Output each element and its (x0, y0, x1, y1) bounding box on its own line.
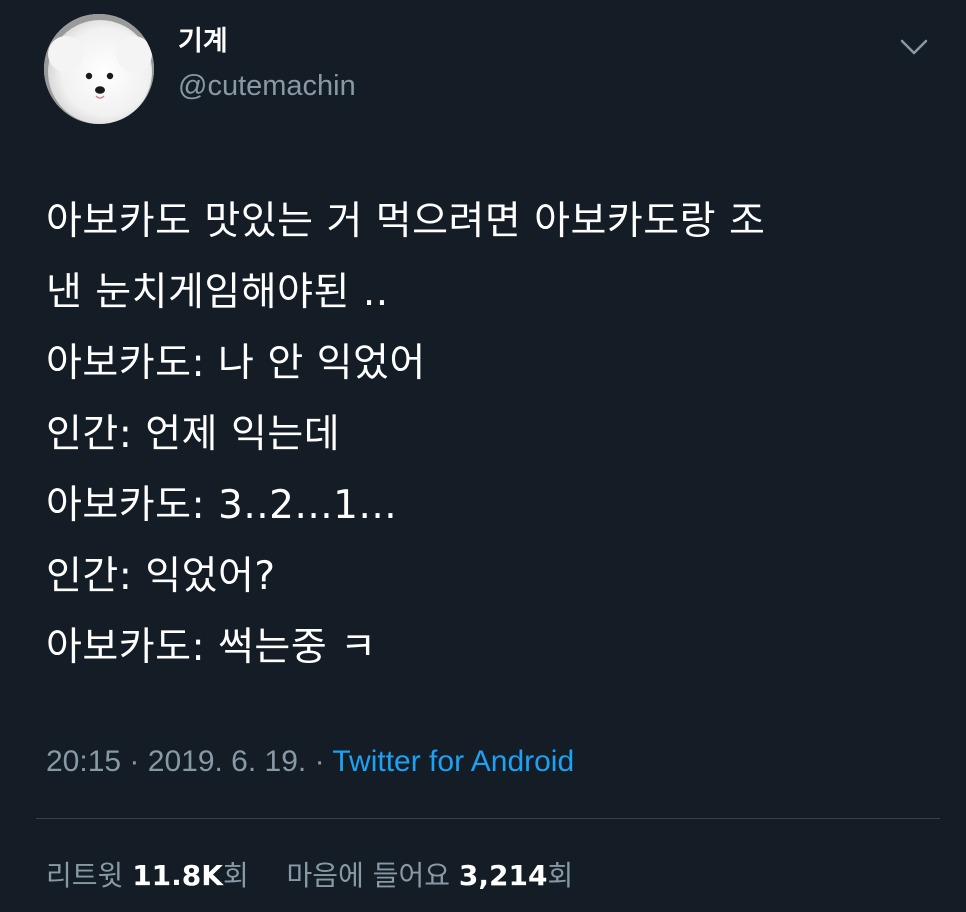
tweet-text-line: 낸 눈치게임해야된 .. (46, 270, 389, 315)
tweet-text-line: 인간: 언제 익는데 (46, 412, 341, 457)
tweet-card: 기계 @cutemachin 아보카도 맛있는 거 먹으려면 아보카도랑 조 낸… (0, 0, 966, 912)
tweet-time[interactable]: 20:15 (46, 745, 121, 778)
tweet-text-line: 아보카도: 3..2...1... (46, 483, 398, 528)
tweet-text-line: 인간: 익었어? (46, 554, 276, 599)
tweet-meta: 20:15 · 2019. 6. 19. · Twitter for Andro… (46, 742, 574, 782)
retweet-suffix: 회 (222, 859, 249, 892)
tweet-date[interactable]: 2019. 6. 19. (148, 745, 306, 778)
retweet-count: 11.8K (132, 859, 223, 892)
retweet-label: 리트윗 (46, 859, 124, 892)
meta-separator: · (314, 745, 325, 778)
tweet-source-link[interactable]: Twitter for Android (332, 745, 574, 778)
tweet-stats: 리트윗 11.8K회 마음에 들어요 3,214회 (46, 856, 573, 896)
tweet-text: 아보카도 맛있는 거 먹으려면 아보카도랑 조 낸 눈치게임해야된 .. 아보카… (46, 186, 936, 683)
divider (36, 818, 940, 819)
chevron-down-icon[interactable] (894, 30, 934, 62)
tweet-text-line: 아보카도: 썩는중 ㅋ (46, 625, 377, 670)
retweet-stat[interactable]: 리트윗 11.8K회 (46, 859, 258, 892)
white-dog-icon (44, 14, 154, 124)
like-stat[interactable]: 마음에 들어요 3,214회 (287, 859, 574, 892)
like-label: 마음에 들어요 (286, 859, 451, 892)
display-name[interactable]: 기계 (178, 22, 228, 62)
avatar[interactable] (44, 14, 154, 124)
tweet-text-line: 아보카도: 나 안 익었어 (46, 341, 426, 386)
like-count: 3,214 (458, 859, 548, 892)
meta-separator: · (129, 745, 140, 778)
user-handle[interactable]: @cutemachin (178, 66, 356, 106)
tweet-text-line: 아보카도 맛있는 거 먹으려면 아보카도랑 조 (46, 199, 766, 244)
like-suffix: 회 (547, 859, 574, 892)
